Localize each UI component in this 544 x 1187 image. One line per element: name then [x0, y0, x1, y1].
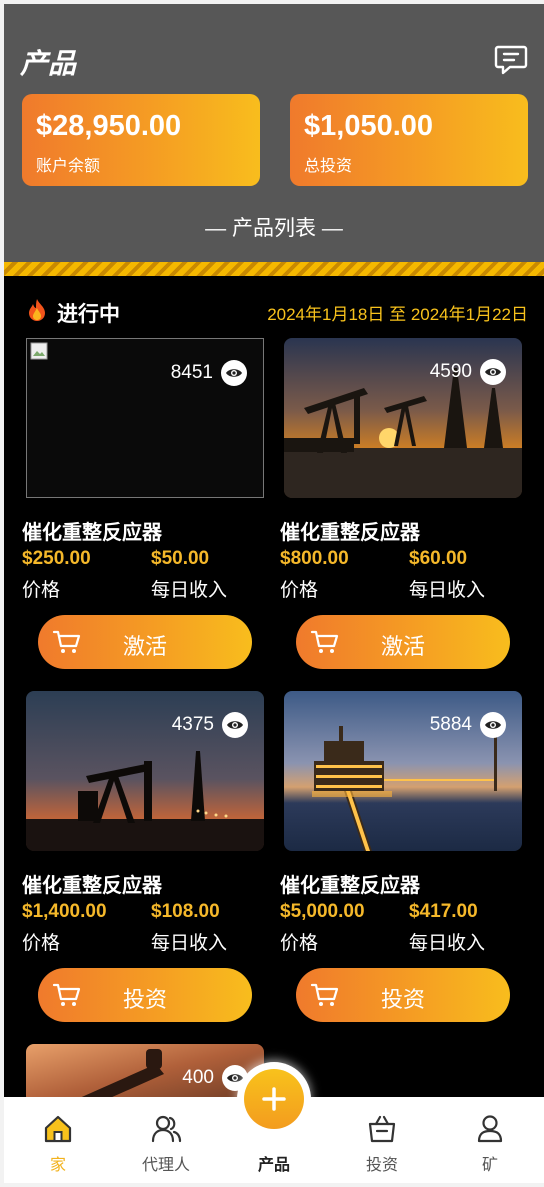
product-name: 催化重整反应器 — [280, 522, 420, 544]
product-image-pumpjack-closeup: 400 — [26, 1044, 264, 1104]
daily-income-label: 每日收入 — [151, 933, 228, 954]
product-price: $5,000.00 — [280, 901, 365, 922]
product-daily-income: $60.00 — [409, 548, 468, 569]
add-button[interactable] — [244, 1069, 304, 1129]
eye-icon — [480, 712, 506, 738]
status-row: 进行中 2024年1月18日 至 2024年1月22日 — [4, 294, 544, 326]
eye-icon — [480, 359, 506, 385]
view-count-number: 400 — [182, 1067, 214, 1088]
page-title: 产品 — [20, 48, 77, 79]
nav-home[interactable]: 家 — [4, 1097, 112, 1183]
invest-button[interactable]: 投资 — [38, 968, 252, 1022]
daily-income-label: 每日收入 — [151, 580, 228, 601]
product-card: 4375 催化重整反应器 $1,400.00 $108.00 价格 每日收入 投… — [22, 691, 264, 1031]
product-card: 4590 催化重整反应器 $800.00 $60.00 价格 每日收入 激活 — [280, 338, 522, 678]
product-daily-income: $108.00 — [151, 901, 220, 922]
nav-products-label: 产品 — [257, 1157, 290, 1174]
plus-icon — [262, 1087, 286, 1111]
product-image-offshore-platform: 5884 — [284, 691, 522, 851]
nav-agent[interactable]: 代理人 — [112, 1097, 220, 1183]
product-daily-income: $417.00 — [409, 901, 478, 922]
product-price: $250.00 — [22, 548, 91, 569]
view-count-number: 8451 — [170, 362, 213, 383]
product-name: 催化重整反应器 — [22, 522, 162, 544]
view-count: 5884 — [430, 711, 506, 739]
status-label: 进行中 — [57, 303, 120, 326]
invest-button-label: 投资 — [122, 987, 167, 1012]
product-price: $1,400.00 — [22, 901, 107, 922]
nav-agent-label: 代理人 — [141, 1157, 190, 1174]
price-label: 价格 — [280, 580, 319, 601]
message-icon[interactable] — [494, 42, 528, 76]
nav-investment-label: 投资 — [365, 1157, 398, 1174]
product-name: 催化重整反应器 — [280, 875, 420, 897]
date-range: 2024年1月18日 至 2024年1月22日 — [267, 305, 528, 324]
view-count: 8451 — [171, 359, 247, 387]
daily-income-label: 每日收入 — [409, 933, 486, 954]
shopping-bag-icon — [368, 1115, 396, 1143]
product-list-title: — 产品列表 — — [205, 217, 343, 240]
product-image-broken: 8451 — [26, 338, 264, 498]
price-label: 价格 — [22, 933, 61, 954]
fire-icon — [29, 299, 45, 321]
view-count-number: 5884 — [429, 714, 472, 735]
product-price: $800.00 — [280, 548, 349, 569]
product-image-pumpjacks-sunset: 4590 — [284, 338, 522, 498]
product-image-pumpjack-dusk: 4375 — [26, 691, 264, 851]
eye-icon — [221, 360, 247, 386]
view-count: 4590 — [430, 358, 506, 386]
nav-investment[interactable]: 投资 — [328, 1097, 436, 1183]
app-frame: 产品 $28,950.00 账户余额 $1,050.00 总投资 — 产品列表 … — [4, 4, 544, 1183]
product-card: 8451 催化重整反应器 $250.00 $50.00 价格 每日收入 激活 — [22, 338, 264, 678]
activate-button[interactable]: 激活 — [38, 615, 252, 669]
nav-home-label: 家 — [49, 1157, 66, 1174]
balance-value: $28,950.00 — [36, 110, 182, 142]
users-icon — [151, 1115, 182, 1143]
user-icon — [477, 1115, 503, 1143]
nav-mine-label: 矿 — [481, 1157, 498, 1174]
total-investment-value: $1,050.00 — [304, 110, 434, 142]
broken-image-icon — [30, 342, 48, 360]
product-name: 催化重整反应器 — [22, 875, 162, 897]
header: 产品 $28,950.00 账户余额 $1,050.00 总投资 — 产品列表 … — [4, 4, 544, 262]
price-label: 价格 — [22, 580, 61, 601]
nav-mine[interactable]: 矿 — [436, 1097, 544, 1183]
activate-button-label: 激活 — [380, 634, 425, 659]
total-investment-label: 总投资 — [304, 158, 353, 175]
eye-icon — [222, 712, 248, 738]
activate-button-label: 激活 — [122, 634, 167, 659]
view-count-number: 4375 — [171, 714, 214, 735]
invest-button-label: 投资 — [380, 987, 425, 1012]
product-card: 400 — [22, 1044, 264, 1104]
product-daily-income: $50.00 — [151, 548, 210, 569]
activate-button[interactable]: 激活 — [296, 615, 510, 669]
total-investment-card: $1,050.00 总投资 — [290, 94, 528, 186]
daily-income-label: 每日收入 — [409, 580, 486, 601]
balance-card: $28,950.00 账户余额 — [22, 94, 260, 186]
product-card: 5884 催化重整反应器 $5,000.00 $417.00 价格 每日收入 投… — [280, 691, 522, 1031]
invest-button[interactable]: 投资 — [296, 968, 510, 1022]
price-label: 价格 — [280, 933, 319, 954]
view-count-number: 4590 — [429, 361, 472, 382]
home-icon — [44, 1115, 72, 1143]
view-count: 4375 — [172, 711, 248, 739]
balance-label: 账户余额 — [36, 158, 101, 175]
hazard-stripe-divider — [4, 262, 544, 276]
